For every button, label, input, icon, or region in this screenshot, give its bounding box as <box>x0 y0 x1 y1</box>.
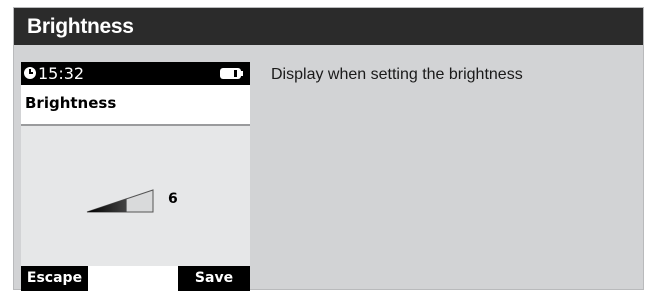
status-bar: 15:32 <box>21 62 250 85</box>
device-screen: 15:32 Brightness 6 Escape Save <box>21 62 250 291</box>
brightness-level-indicator[interactable] <box>85 188 157 214</box>
softkey-bar: Escape Save <box>21 266 250 291</box>
brightness-panel: Brightness 15:32 Brightness 6 Escape Sav… <box>13 7 644 291</box>
screen-body: 6 <box>21 126 250 266</box>
clock-icon <box>24 67 36 79</box>
description-text: Display when setting the brightness <box>271 66 523 83</box>
escape-button[interactable]: Escape <box>21 266 88 291</box>
brightness-value: 6 <box>168 191 178 207</box>
save-button[interactable]: Save <box>178 266 250 291</box>
panel-header: Brightness <box>14 8 643 45</box>
screen-title-area: Brightness <box>21 85 250 126</box>
panel-title: Brightness <box>27 15 134 38</box>
status-time: 15:32 <box>38 64 85 83</box>
battery-icon <box>220 68 243 79</box>
screen-title: Brightness <box>25 94 117 112</box>
